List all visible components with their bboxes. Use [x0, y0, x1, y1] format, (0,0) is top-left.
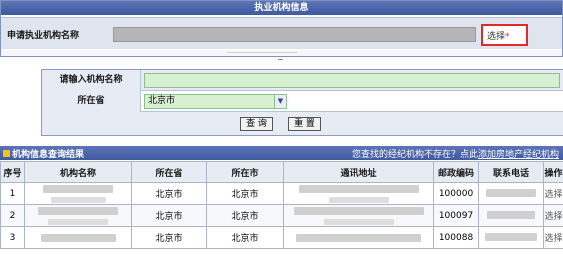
org-name-input[interactable]	[144, 73, 560, 88]
table-row[interactable]: 1 北京市 北京市 100000 选择	[0, 182, 563, 205]
results-title-text: 机构信息查询结果	[12, 150, 85, 160]
reset-button[interactable]: 重 置	[288, 117, 321, 131]
add-agency-link[interactable]: 添加房地产经纪机构	[478, 147, 559, 160]
name-label: 请输入机构名称	[42, 70, 141, 91]
org-info-title: 执业机构信息	[1, 1, 562, 15]
city-cell: 北京市	[206, 226, 284, 249]
phone-cell	[478, 226, 544, 249]
col-header: 所在省	[131, 161, 207, 183]
province-cell: 北京市	[131, 204, 207, 227]
org-name-cell	[24, 204, 132, 227]
col-header: 操作	[543, 161, 563, 183]
search-province-row: 所在省 北京市 ▼	[42, 91, 563, 112]
separator-mark	[278, 59, 283, 60]
col-header: 通讯地址	[283, 161, 434, 183]
table-header-row: 序号 机构名称 所在省 所在市 通讯地址 邮政编码 联系电话 操作	[0, 161, 563, 183]
postcode-cell: 100097	[433, 204, 479, 227]
results-header: 机构信息查询结果 您查找的经纪机构不存在？点此 添加房地产经纪机构	[0, 146, 563, 160]
col-header: 序号	[0, 161, 25, 183]
org-info-footer	[1, 50, 562, 56]
results-table: 序号 机构名称 所在省 所在市 通讯地址 邮政编码 联系电话 操作 1 北京市 …	[0, 161, 563, 249]
address-cell	[283, 204, 434, 227]
org-name-cell	[24, 226, 132, 249]
select-org-link[interactable]: 选择*	[481, 24, 528, 46]
select-action[interactable]: 选择	[543, 182, 563, 205]
select-action[interactable]: 选择	[543, 226, 563, 249]
search-name-row: 请输入机构名称	[42, 70, 563, 91]
query-button[interactable]: 查 询	[240, 117, 273, 131]
postcode-cell: 100000	[433, 182, 479, 205]
row-number: 1	[0, 182, 25, 205]
search-form: 请输入机构名称 所在省 北京市 ▼ 查 询 重 置	[41, 69, 563, 136]
province-cell: 北京市	[131, 182, 207, 205]
address-cell	[283, 226, 434, 249]
province-label: 所在省	[42, 91, 141, 112]
footer-divider	[227, 52, 297, 53]
square-bullet-icon	[3, 150, 10, 157]
col-header: 联系电话	[478, 161, 544, 183]
province-selected-value[interactable]: 北京市	[148, 96, 175, 106]
results-title: 机构信息查询结果	[3, 147, 84, 160]
apply-org-row: 申请执业机构名称 选择*	[1, 17, 562, 49]
select-action[interactable]: 选择	[543, 204, 563, 227]
col-header: 邮政编码	[433, 161, 479, 183]
org-name-cell	[24, 182, 132, 205]
table-row[interactable]: 3 北京市 北京市 100088 选择	[0, 226, 563, 249]
province-cell: 北京市	[131, 226, 207, 249]
city-cell: 北京市	[206, 204, 284, 227]
chevron-down-icon[interactable]: ▼	[274, 95, 286, 108]
results-panel: 机构信息查询结果 您查找的经纪机构不存在？点此 添加房地产经纪机构 序号 机构名…	[0, 146, 563, 258]
province-select[interactable]: 北京市 ▼	[144, 94, 287, 109]
row-number: 2	[0, 204, 25, 227]
apply-org-label: 申请执业机构名称	[7, 31, 80, 41]
required-mark: *	[505, 32, 510, 42]
address-cell	[283, 182, 434, 205]
col-header: 所在市	[206, 161, 284, 183]
apply-org-field[interactable]	[113, 27, 476, 42]
city-cell: 北京市	[206, 182, 284, 205]
org-info-panel: 执业机构信息 申请执业机构名称 选择*	[0, 0, 563, 57]
not-found-text: 您查找的经纪机构不存在？点此	[352, 150, 479, 160]
table-row[interactable]: 2 北京市 北京市 100097 选择	[0, 204, 563, 227]
search-button-row: 查 询 重 置	[42, 112, 563, 135]
col-header: 机构名称	[24, 161, 132, 183]
postcode-cell: 100088	[433, 226, 479, 249]
row-number: 3	[0, 226, 25, 249]
phone-cell	[478, 182, 544, 205]
select-org-text[interactable]: 选择	[487, 32, 505, 42]
phone-cell	[478, 204, 544, 227]
